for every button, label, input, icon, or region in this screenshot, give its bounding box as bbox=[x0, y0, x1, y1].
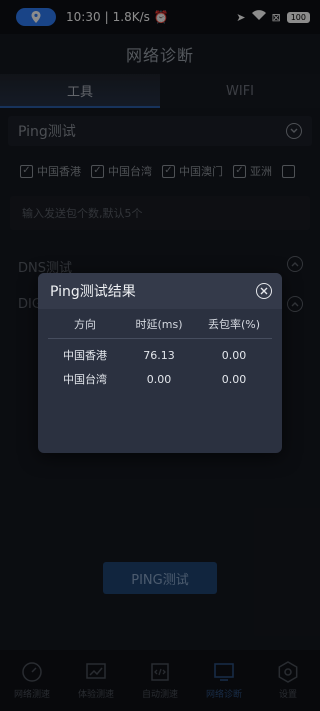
column-header: 丢包率(%) bbox=[207, 317, 261, 331]
table-cell: 0.00 bbox=[221, 348, 247, 362]
close-icon[interactable] bbox=[256, 283, 272, 299]
table-header: 方向 时延(ms) 丢包率(%) bbox=[48, 309, 272, 339]
table-row: 中国香港 76.13 0.00 bbox=[48, 343, 272, 367]
dialog-title: Ping测试结果 bbox=[50, 284, 136, 300]
table-cell: 中国香港 bbox=[63, 349, 107, 362]
result-table: 方向 时延(ms) 丢包率(%) 中国香港 76.13 0.00 中国台湾 0.… bbox=[38, 309, 282, 391]
table-cell: 0.00 bbox=[221, 372, 247, 386]
table-cell: 中国台湾 bbox=[63, 373, 107, 386]
ping-result-dialog: Ping测试结果 方向 时延(ms) 丢包率(%) 中国香港 76.13 0.0… bbox=[38, 273, 282, 453]
column-header: 方向 bbox=[74, 317, 96, 331]
table-cell: 76.13 bbox=[143, 348, 175, 362]
table-cell: 0.00 bbox=[146, 372, 172, 386]
table-row: 中国台湾 0.00 0.00 bbox=[48, 367, 272, 391]
column-header: 时延(ms) bbox=[135, 317, 183, 331]
